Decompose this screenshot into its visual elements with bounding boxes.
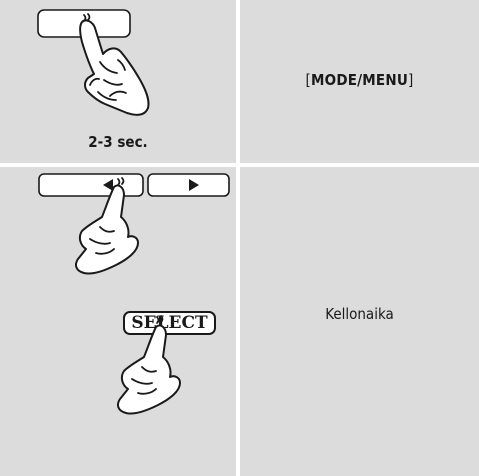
hold-duration-label: 2-3 sec. [88,133,148,151]
step1-illustration-cell: 2-3 sec. [0,0,236,163]
time-setting-instruction: Kellonaika [325,305,394,323]
hand-icon [117,324,181,415]
instruction-table: 2-3 sec. [MODE/MENU] SELECT Kellonaika [0,0,479,476]
select-hand-illustration [117,315,181,415]
step2-illustration-cell: SELECT [0,167,236,476]
press-indicator [156,315,164,324]
step2-text-cell: Kellonaika [240,167,479,476]
mode-menu-label: MODE/MENU [311,71,408,89]
step1-text-cell: [MODE/MENU] [240,0,479,163]
mode-menu-instruction: [MODE/MENU] [305,71,414,89]
